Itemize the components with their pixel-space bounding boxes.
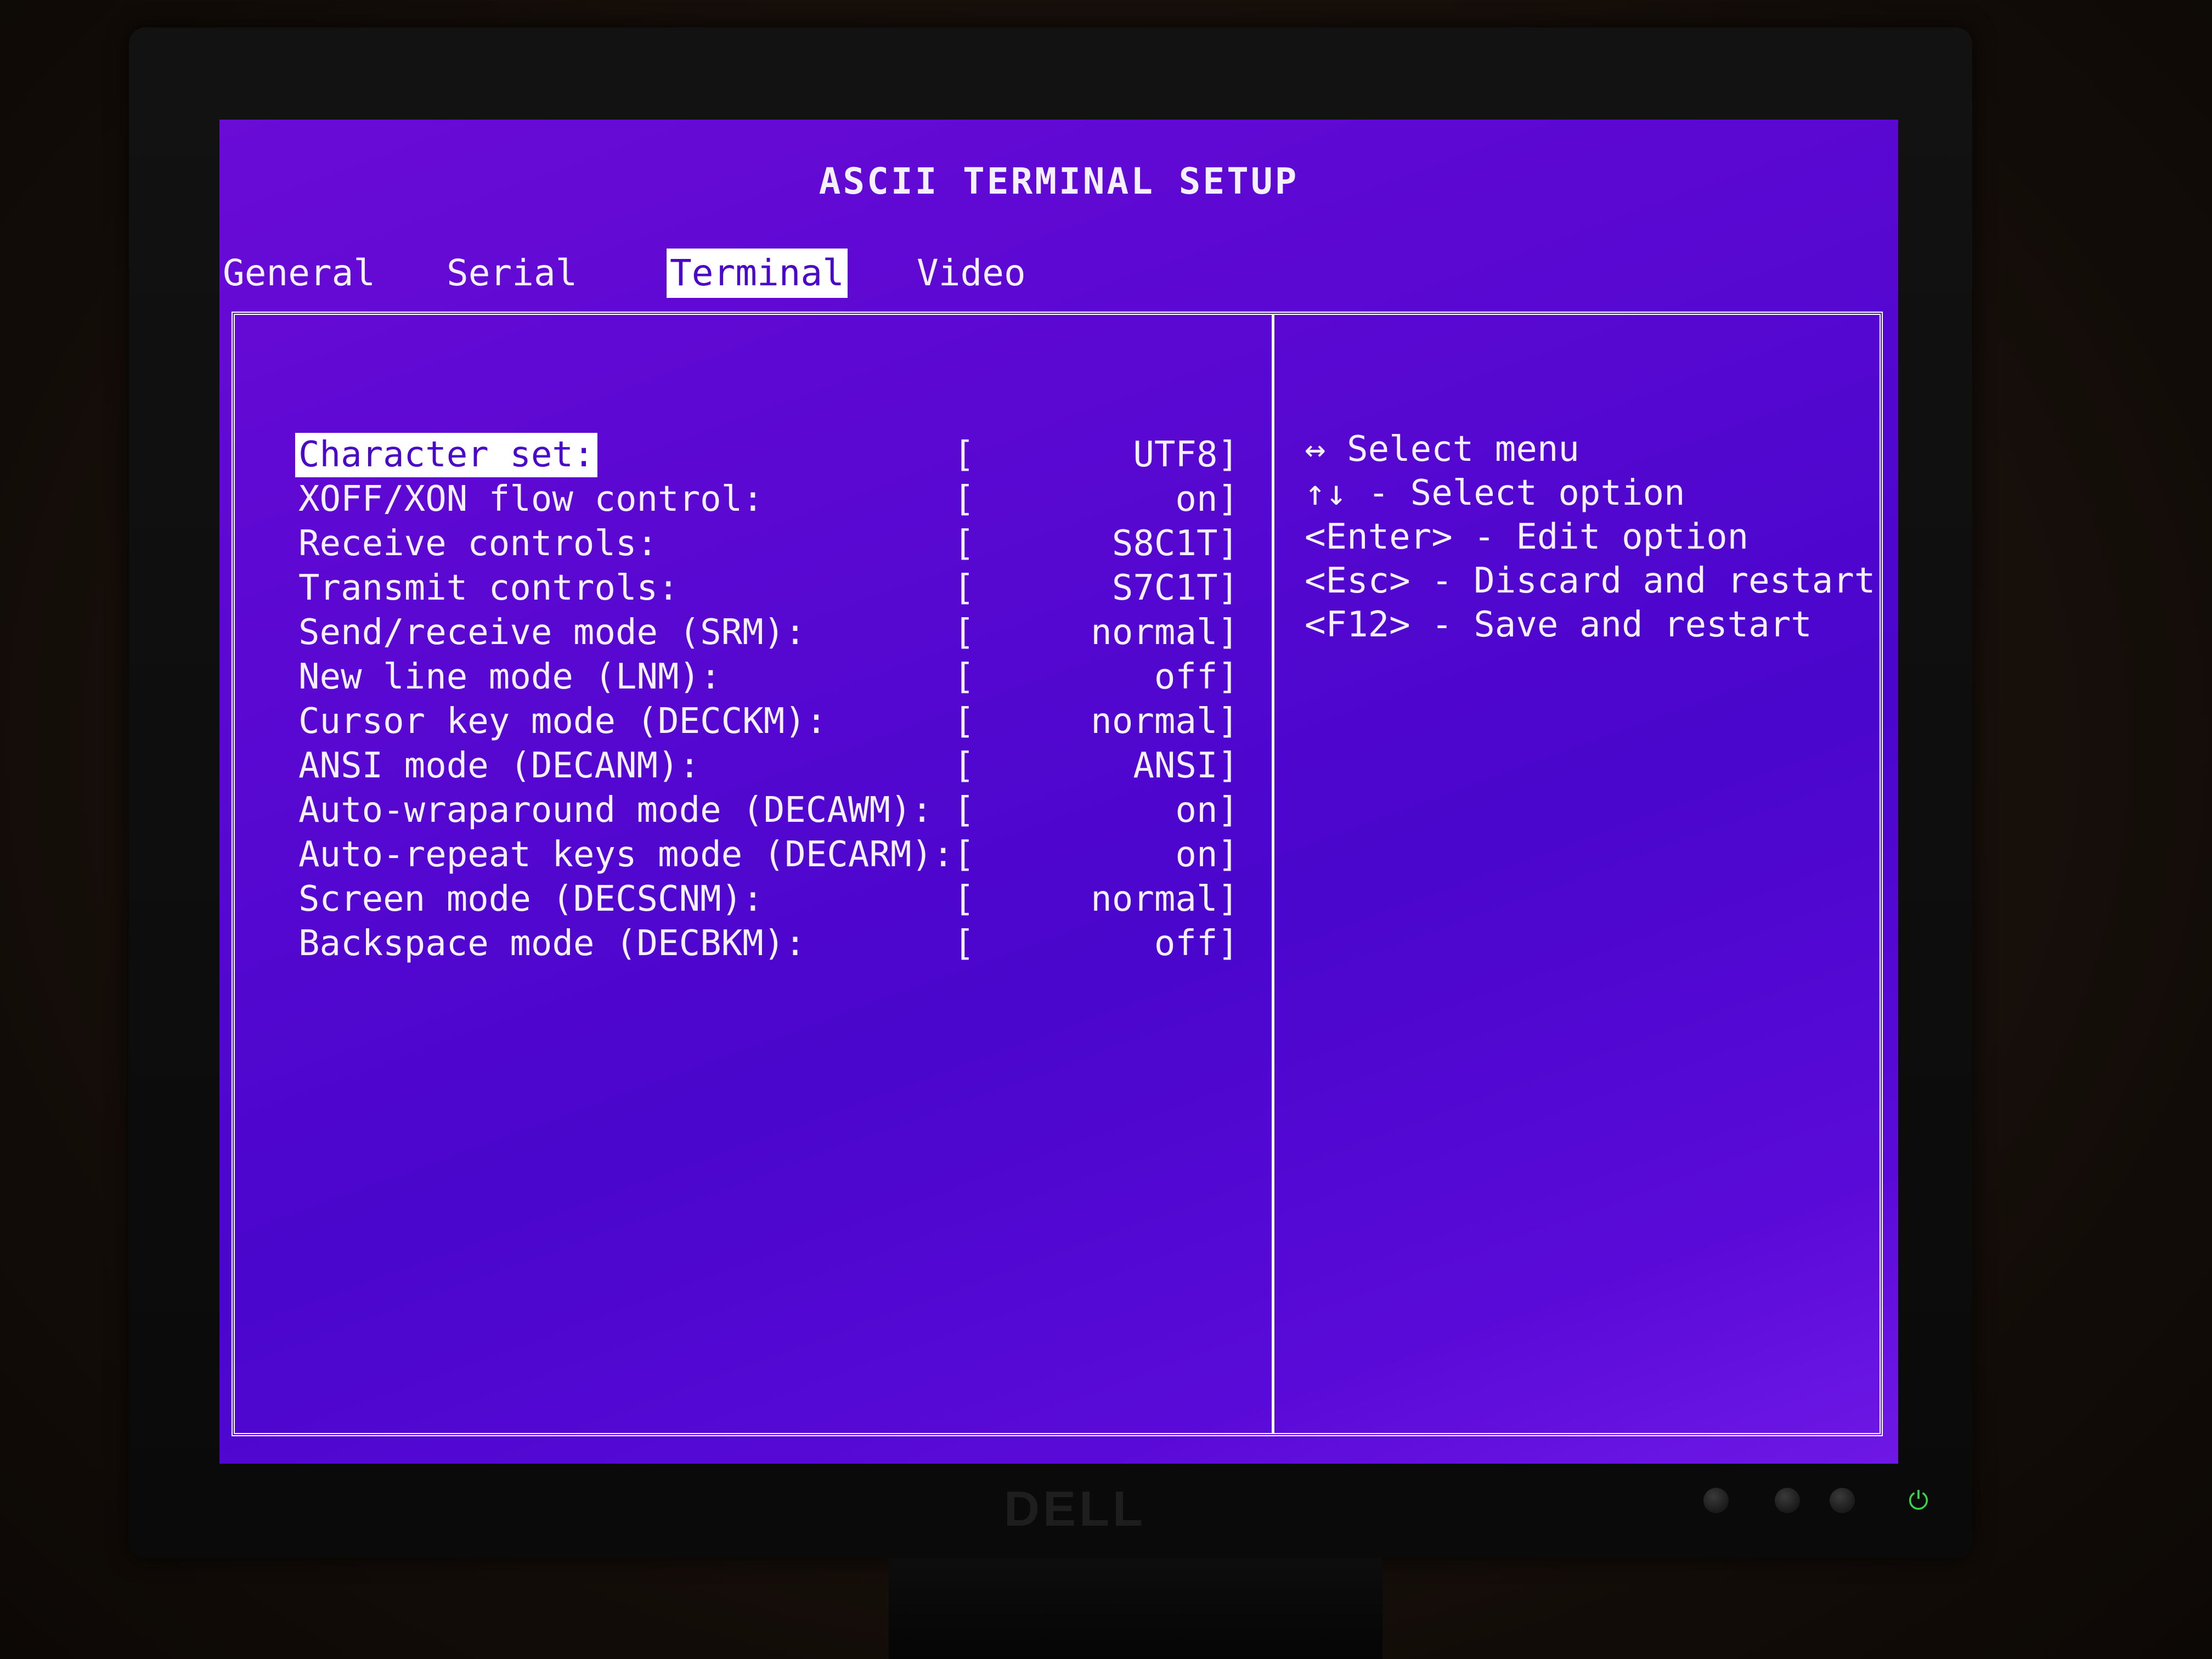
help-edit-option: <Enter> - Edit option — [1305, 517, 1749, 557]
option-xoff-xon[interactable]: XOFF/XON flow control: [ on] — [295, 477, 1239, 522]
option-decarm[interactable]: Auto-repeat keys mode (DECARM): [ on] — [295, 833, 1239, 877]
option-label[interactable]: XOFF/XON flow control: — [295, 477, 767, 522]
options-list: Character set: [ UTF8] XOFF/XON flow con… — [295, 433, 1239, 966]
help-panel: ↔ Select menu ↑↓ - Select option <Enter>… — [1305, 427, 1876, 647]
option-character-set[interactable]: Character set: [ UTF8] — [295, 433, 1239, 477]
option-bracket: [ — [953, 612, 975, 653]
monitor-button-2[interactable] — [1775, 1488, 1800, 1513]
option-label[interactable]: New line mode (LNM): — [295, 655, 725, 699]
help-select-option: ↑↓ - Select option — [1305, 473, 1685, 514]
option-label[interactable]: Auto-repeat keys mode (DECARM): — [295, 833, 957, 877]
option-value[interactable]: on] — [1175, 788, 1239, 833]
panel-divider — [1272, 315, 1274, 1433]
option-label[interactable]: Backspace mode (DECBKM): — [295, 922, 809, 966]
option-bracket: [ — [953, 834, 975, 875]
option-value[interactable]: off] — [1154, 922, 1239, 966]
help-discard-restart: <Esc> - Discard and restart — [1305, 561, 1876, 601]
option-bracket: [ — [953, 479, 975, 520]
option-transmit-controls[interactable]: Transmit controls: [ S7C1T] — [295, 566, 1239, 611]
option-value[interactable]: UTF8] — [1133, 433, 1239, 477]
option-value[interactable]: ANSI] — [1133, 744, 1239, 788]
setup-title: ASCII TERMINAL SETUP — [819, 160, 1299, 202]
settings-frame: Character set: [ UTF8] XOFF/XON flow con… — [232, 312, 1883, 1436]
option-srm[interactable]: Send/receive mode (SRM): [ normal] — [295, 611, 1239, 655]
tab-general[interactable]: General — [219, 249, 379, 298]
option-label[interactable]: Cursor key mode (DECCKM): — [295, 699, 830, 744]
option-value[interactable]: normal] — [1091, 611, 1239, 655]
help-save-restart: <F12> - Save and restart — [1305, 605, 1812, 645]
option-label[interactable]: Screen mode (DECSCNM): — [295, 877, 767, 922]
option-bracket: [ — [953, 523, 975, 564]
option-receive-controls[interactable]: Receive controls: [ S8C1T] — [295, 522, 1239, 566]
monitor-button-3[interactable] — [1830, 1488, 1855, 1513]
option-label[interactable]: Transmit controls: — [295, 566, 682, 611]
option-label[interactable]: Send/receive mode (SRM): — [295, 611, 809, 655]
tab-terminal[interactable]: Terminal — [667, 249, 848, 298]
option-value[interactable]: S8C1T] — [1112, 522, 1239, 566]
option-label[interactable]: ANSI mode (DECANM): — [295, 744, 703, 788]
option-label[interactable]: Receive controls: — [295, 522, 661, 566]
option-bracket: [ — [953, 657, 975, 697]
option-value[interactable]: normal] — [1091, 877, 1239, 922]
tab-video[interactable]: Video — [913, 249, 1029, 298]
option-value[interactable]: normal] — [1091, 699, 1239, 744]
option-value[interactable]: on] — [1175, 833, 1239, 877]
option-bracket: [ — [953, 701, 975, 742]
monitor-brand-logo: DELL — [1004, 1482, 1146, 1537]
option-label[interactable]: Character set: — [295, 433, 598, 477]
option-decawm[interactable]: Auto-wraparound mode (DECAWM): [ on] — [295, 788, 1239, 833]
tab-serial[interactable]: Serial — [443, 249, 580, 298]
option-bracket: [ — [953, 568, 975, 608]
option-bracket: [ — [953, 790, 975, 831]
option-value[interactable]: S7C1T] — [1112, 566, 1239, 611]
option-decscnm[interactable]: Screen mode (DECSCNM): [ normal] — [295, 877, 1239, 922]
terminal-screen: ASCII TERMINAL SETUP General Serial Term… — [219, 120, 1898, 1464]
option-decckm[interactable]: Cursor key mode (DECCKM): [ normal] — [295, 699, 1239, 744]
option-decbkm[interactable]: Backspace mode (DECBKM): [ off] — [295, 922, 1239, 966]
option-bracket: [ — [953, 879, 975, 919]
help-select-menu: ↔ Select menu — [1305, 429, 1579, 470]
monitor-stand — [889, 1558, 1383, 1659]
monitor-button-1[interactable] — [1703, 1488, 1729, 1513]
option-value[interactable]: on] — [1175, 477, 1239, 522]
option-bracket: [ — [953, 746, 975, 786]
option-label[interactable]: Auto-wraparound mode (DECAWM): — [295, 788, 936, 833]
option-bracket: [ — [953, 923, 975, 964]
option-decanm[interactable]: ANSI mode (DECANM): [ ANSI] — [295, 744, 1239, 788]
option-bracket: [ — [953, 435, 975, 475]
option-lnm[interactable]: New line mode (LNM): [ off] — [295, 655, 1239, 699]
option-value[interactable]: off] — [1154, 655, 1239, 699]
power-icon[interactable]: ⏻ — [1904, 1486, 1933, 1515]
